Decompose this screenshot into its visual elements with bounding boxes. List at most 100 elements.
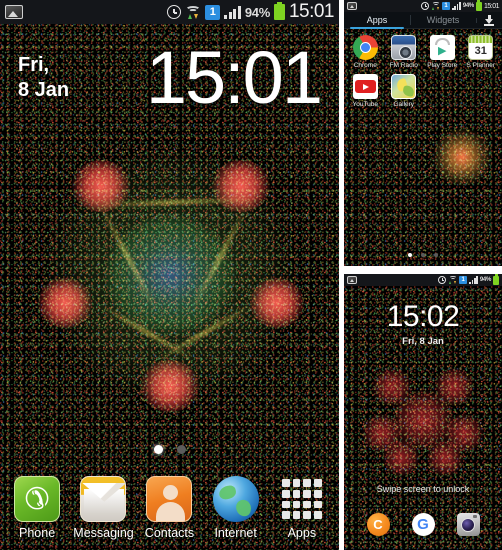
clock-widget[interactable]: Fri, 8 Jan 15:01 [0,32,339,124]
gallery-notification-icon [347,2,357,10]
dock-label: Contacts [144,526,195,540]
tab-apps[interactable]: Apps [344,12,410,29]
apps-drawer-panel: 1 94% 15:01 Apps Widgets Chrome FM Radio [344,0,502,266]
drawer-dot-2[interactable] [421,253,425,257]
particle-burst [432,128,492,186]
drawer-page-indicator[interactable] [344,253,502,257]
drawer-dot-1[interactable] [408,253,412,257]
fractal-node [38,278,92,328]
fractal-node [212,160,270,212]
wifi-icon [185,5,201,19]
app-item-youtube[interactable]: YouTube [346,74,385,108]
clock-widget-date: Fri, 8 Jan [18,53,69,103]
dock-label: Phone [19,526,56,540]
internet-icon [212,476,259,522]
app-item-play-store[interactable]: Play Store [423,35,462,69]
phone-icon [14,476,61,522]
chrome-icon [352,35,378,60]
battery-percent: 94% [479,277,491,283]
alarm-icon [167,5,182,19]
app-item-gallery[interactable]: Gallery [385,74,424,108]
status-bar: 1 94% 15:01 [344,0,502,12]
app-cell-empty [462,74,501,108]
status-bar-clock: 15:01 [483,2,500,10]
mandala-petal [382,440,420,476]
downloads-button[interactable] [476,14,502,26]
battery-percent: 94% [462,3,474,9]
mandala-pattern [362,362,484,480]
app-label: Gallery [393,101,415,108]
dock-item-phone[interactable]: Phone [7,476,67,540]
apps-grid-icon [279,476,325,522]
clock-widget-time: 15:01 [145,36,323,119]
gallery-notification-icon [5,5,23,19]
battery-icon [493,274,499,285]
app-label: Play Store [427,62,458,69]
alarm-icon [438,276,447,284]
fractal-node [250,278,304,328]
signal-bars-icon [224,5,241,19]
battery-icon [273,1,285,20]
camera-icon[interactable] [456,513,480,536]
lock-screen-panel: 1 94% 15:02 Fri, 8 Jan Swipe screen to u… [344,274,502,550]
wifi-icon [431,2,440,10]
drawer-dot-3[interactable] [434,253,438,257]
notification-badge: 1 [459,276,468,284]
gallery-notification-icon [347,276,357,284]
page-dot-2[interactable] [176,445,186,454]
alarm-icon [421,2,430,10]
status-bar-clock: 15:01 [288,1,335,22]
notification-badge: 1 [205,4,221,20]
status-bar: 1 94% [344,274,502,286]
mandala-petal [426,440,464,476]
messaging-icon [80,476,127,522]
fractal-node [141,360,199,412]
app-item-fm-radio[interactable]: FM Radio [385,35,424,69]
app-item-chrome[interactable]: Chrome [346,35,385,69]
tab-widgets[interactable]: Widgets [410,12,476,28]
app-label: FM Radio [389,62,418,69]
page-dot-1[interactable] [153,445,163,454]
dock-label: Internet [214,526,257,540]
gallery-app-icon [391,74,417,99]
home-page-indicator[interactable] [0,445,339,454]
app-label: S Planner [466,62,496,69]
clock-widget-date-value: 8 Jan [18,79,70,101]
app-item-s-planner[interactable]: S Planner [462,35,501,69]
dock-item-contacts[interactable]: Contacts [139,476,199,540]
drawer-tab-bar: Apps Widgets [344,12,502,29]
s-planner-icon [468,35,494,60]
contacts-icon [146,476,193,522]
signal-bars-icon [469,276,478,284]
dock-item-messaging[interactable]: Messaging [73,476,134,540]
home-screen-panel: 1 94% 15:01 Fri, 8 Jan 15:01 Phone [0,0,339,550]
play-store-icon [429,35,455,60]
dock-item-internet[interactable]: Internet [206,476,266,540]
google-icon[interactable] [411,513,435,536]
lock-shortcuts [344,513,502,536]
youtube-icon [352,74,378,99]
lock-clock: 15:02 Fri, 8 Jan [344,300,502,347]
screenshot-stage: 1 94% 15:01 Fri, 8 Jan 15:01 Phone [0,0,502,550]
mandala-petal [434,368,474,406]
chaton-icon[interactable] [366,513,390,536]
battery-percent: 94% [244,4,270,20]
notification-badge: 1 [442,2,451,10]
app-grid: Chrome FM Radio Play Store S Planner You… [344,31,502,108]
battery-icon [475,0,482,11]
fm-radio-icon [391,35,417,60]
lock-clock-date: Fri, 8 Jan [402,336,444,347]
dock-label: Apps [287,526,317,540]
dock-item-apps[interactable]: Apps [272,476,332,540]
app-cell-empty [423,74,462,108]
mandala-petal [372,368,412,406]
download-icon [484,14,494,26]
dock-label: Messaging [73,526,134,540]
app-label: YouTube [352,101,379,108]
fractal-node [72,160,130,212]
clock-widget-day: Fri, [18,54,50,76]
status-bar: 1 94% 15:01 [0,0,339,24]
app-label: Chrome [353,62,377,69]
home-dock: Phone Messaging Contacts Internet [0,466,339,550]
wifi-icon [448,276,457,284]
